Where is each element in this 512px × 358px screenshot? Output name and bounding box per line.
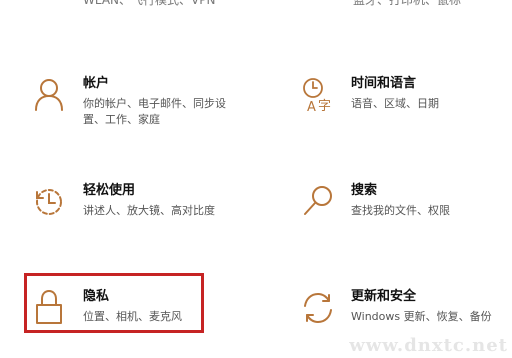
search-icon <box>301 184 337 220</box>
person-icon <box>33 77 69 113</box>
watermark-text: www.dnxtc.net <box>349 335 508 356</box>
tile-accounts[interactable]: 帐户 你的帐户、电子邮件、同步设 置、工作、家庭 <box>33 76 233 141</box>
tile-privacy-title: 隐私 <box>83 289 110 304</box>
tile-privacy[interactable]: 隐私 位置、相机、麦克风 <box>33 289 233 354</box>
partial-top-row: WLAN、飞行模式、VPN 蓝牙、打印机、鼠标 <box>0 0 512 8</box>
tile-ease-of-access[interactable]: 轻松使用 讲述人、放大镜、高对比度 <box>33 183 233 248</box>
svg-text:字: 字 <box>318 99 331 113</box>
time-language-icon: A 字 <box>301 77 337 113</box>
tile-search-title: 搜索 <box>351 183 378 198</box>
tile-time-language-title: 时间和语言 <box>351 76 417 91</box>
tile-time-language[interactable]: A 字 时间和语言 语音、区域、日期 <box>301 76 501 141</box>
tile-ease-of-access-desc: 讲述人、放大镜、高对比度 <box>83 204 215 217</box>
tile-search-desc: 查找我的文件、权限 <box>351 204 450 217</box>
tile-update-security-title: 更新和安全 <box>351 289 417 304</box>
update-sync-icon <box>301 290 337 326</box>
tile-accounts-desc: 你的帐户、电子邮件、同步设 置、工作、家庭 <box>83 97 226 126</box>
partial-top-right-text: 蓝牙、打印机、鼠标 <box>353 0 462 7</box>
tile-accounts-title: 帐户 <box>83 76 110 91</box>
tile-ease-of-access-title: 轻松使用 <box>83 183 136 198</box>
tile-time-language-desc: 语音、区域、日期 <box>351 97 439 110</box>
ease-of-access-icon <box>33 184 69 220</box>
partial-top-left-text: WLAN、飞行模式、VPN <box>83 0 216 7</box>
svg-text:A: A <box>307 100 316 113</box>
tile-search[interactable]: 搜索 查找我的文件、权限 <box>301 183 501 248</box>
tile-privacy-desc: 位置、相机、麦克风 <box>83 310 182 323</box>
lock-icon <box>33 290 69 326</box>
tile-update-security-desc: Windows 更新、恢复、备份 <box>351 310 492 323</box>
